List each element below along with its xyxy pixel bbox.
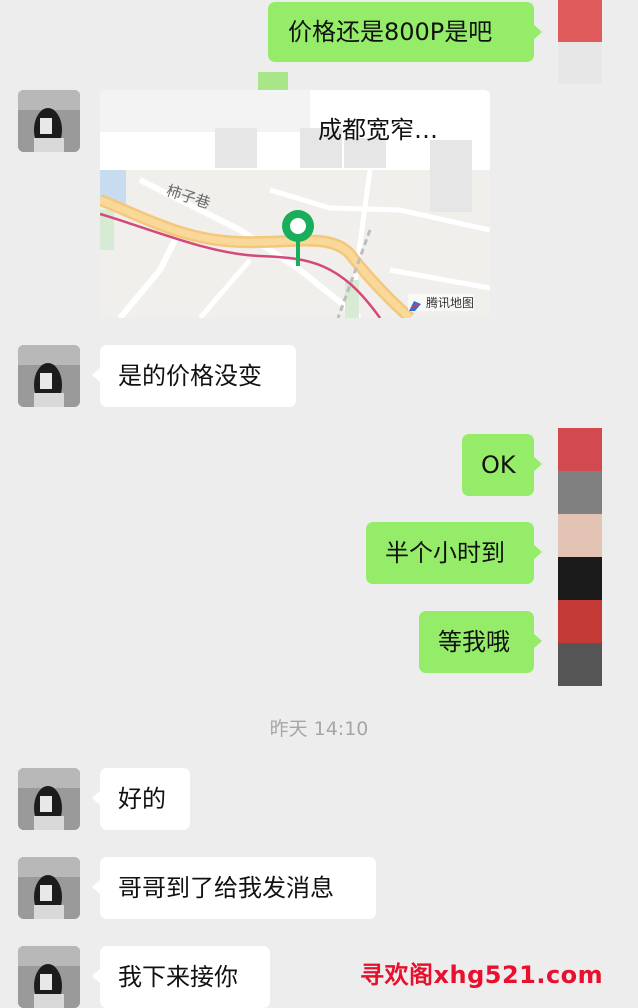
self-avatar-swatch xyxy=(558,471,602,514)
tencent-maps-logo-icon xyxy=(408,297,422,311)
message-bubble-sent[interactable]: 价格还是800P是吧 xyxy=(268,2,542,62)
self-avatar-swatch xyxy=(558,0,602,42)
message-bubble-received[interactable]: 我下来接你 xyxy=(92,946,270,1008)
message-text: 半个小时到 xyxy=(385,539,505,567)
map-brand: 腾讯地图 xyxy=(408,294,475,311)
self-avatar-swatch xyxy=(558,514,602,557)
message-text: OK xyxy=(481,451,516,479)
message-text: 哥哥到了给我发消息 xyxy=(118,874,334,902)
location-pin-icon xyxy=(278,208,318,272)
redaction-block xyxy=(430,140,472,212)
message-text: 等我哦 xyxy=(438,628,510,656)
message-text: 是的价格没变 xyxy=(118,362,262,390)
watermark: 寻欢阁xhg521.com xyxy=(360,961,604,989)
avatar[interactable] xyxy=(18,768,80,830)
message-bubble-sent[interactable]: 等我哦 xyxy=(419,611,542,673)
avatar[interactable] xyxy=(18,345,80,407)
message-text: 价格还是800P是吧 xyxy=(288,18,493,46)
redaction-block xyxy=(215,128,257,168)
message-bubble-received[interactable]: 是的价格没变 xyxy=(92,345,296,407)
self-avatar-swatch xyxy=(558,42,602,84)
message-bubble-sent[interactable]: 半个小时到 xyxy=(366,522,542,584)
message-text: 好的 xyxy=(118,785,166,813)
message-text: 我下来接你 xyxy=(118,963,238,991)
map-brand-text: 腾讯地图 xyxy=(426,296,475,310)
redaction-block xyxy=(100,90,310,132)
timestamp: 昨天 14:10 xyxy=(269,718,369,740)
message-bubble-received[interactable]: 哥哥到了给我发消息 xyxy=(92,857,376,919)
self-avatar-swatch xyxy=(558,428,602,471)
self-avatar-swatch xyxy=(558,643,602,686)
location-title-text: 成都宽窄… xyxy=(318,116,438,144)
message-bubble-received[interactable]: 好的 xyxy=(92,768,190,830)
avatar[interactable] xyxy=(18,857,80,919)
self-avatar-swatch xyxy=(558,557,602,600)
self-avatar-swatch xyxy=(558,600,602,643)
avatar[interactable] xyxy=(18,90,80,152)
message-bubble-sent[interactable]: OK xyxy=(462,434,542,496)
avatar[interactable] xyxy=(18,946,80,1008)
